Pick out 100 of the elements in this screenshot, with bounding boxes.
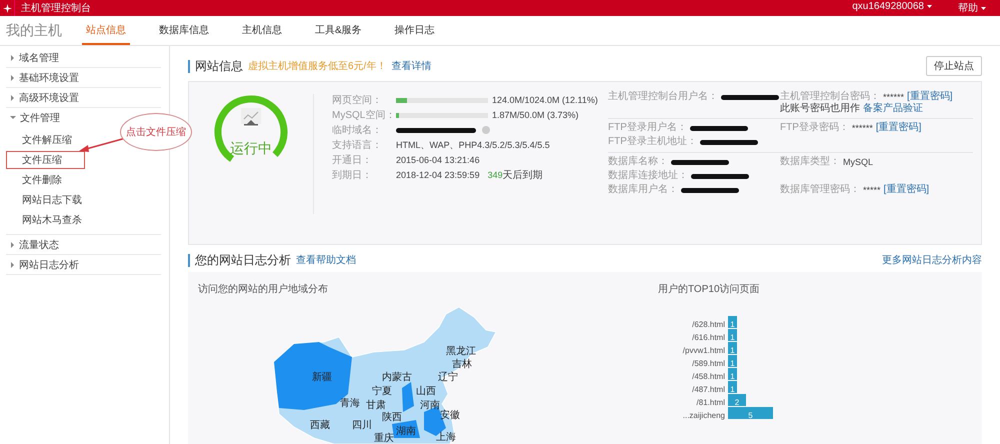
reset-password-link[interactable]: [重置密码]	[907, 91, 953, 103]
field-value: MySQL	[843, 156, 874, 168]
field-label: 数据库名称：	[608, 156, 668, 168]
sidebar-group[interactable]: 文件管理	[20, 110, 60, 124]
bar-value-label: 1	[730, 372, 735, 381]
category-label: /589.html	[692, 359, 725, 368]
bar-value-label: 5	[748, 411, 753, 420]
nav-tab[interactable]: 数据库信息	[155, 16, 213, 45]
map-label: 山西	[416, 386, 436, 397]
help-doc-link[interactable]: 查看帮助文档	[296, 253, 356, 267]
usage-label: 网页空间：	[332, 94, 383, 107]
chart-bar	[728, 342, 737, 354]
category-label: /487.html	[692, 385, 725, 394]
detail-value: 2015-06-04 13:21:46	[396, 155, 480, 165]
nav-tab[interactable]: 主机信息	[238, 16, 286, 45]
more-analysis-link[interactable]: 更多网站日志分析内容	[882, 253, 982, 267]
map-label: 上海	[436, 432, 456, 443]
sidebar-group[interactable]: 网站日志分析	[19, 258, 79, 272]
bar-value-label: 2	[734, 398, 740, 407]
nav-tab[interactable]: 操作日志	[390, 16, 439, 45]
detail-label: 开通日：	[332, 154, 373, 167]
days-count: 349	[488, 170, 503, 180]
map-label: 重庆	[374, 433, 394, 444]
field-label: 主机管理控制台密码：	[780, 91, 880, 102]
map-label: 四川	[352, 420, 372, 431]
sidebar-item[interactable]: 网站木马查杀	[6, 211, 85, 229]
bar-value-label: 1	[730, 385, 735, 394]
password-value: ******	[883, 91, 904, 102]
map-label: 甘肃	[366, 400, 386, 411]
caret-icon	[981, 6, 986, 10]
details-link[interactable]: 查看详情	[391, 59, 432, 73]
redaction-mark	[700, 140, 758, 144]
user-menu[interactable]: qxu1649280068	[852, 1, 932, 15]
help-menu[interactable]: 帮助	[958, 1, 986, 15]
console-title: 主机管理控制台	[21, 2, 91, 15]
detail-label: 支持语言：	[332, 138, 383, 152]
password-value: *****	[863, 184, 881, 196]
sidebar-item[interactable]: 文件解压缩	[6, 131, 85, 149]
category-label: ...zaijicheng	[682, 411, 725, 420]
detail-value: 2018-12-04 23:59:59	[396, 170, 480, 180]
map-label: 青海	[340, 398, 360, 409]
sidebar-item[interactable]: 网站日志下载	[6, 191, 85, 209]
help-icon[interactable]	[482, 126, 490, 134]
map-title: 访问您的网站的用户地域分布	[198, 282, 329, 296]
redaction-mark	[690, 126, 748, 130]
map-label: 河南	[420, 400, 440, 411]
nav-tab[interactable]: 工具&服务	[311, 16, 366, 45]
map-label: 辽宁	[438, 372, 458, 383]
category-label: /458.html	[692, 372, 725, 381]
field-label: 数据库连接地址：	[608, 170, 688, 182]
nav-tab[interactable]: 站点信息	[82, 16, 130, 45]
field-label: FTP登录用户名：	[608, 122, 687, 134]
bar-value-label: 1	[730, 359, 735, 368]
note-text: 此账号密码也用作	[780, 103, 860, 115]
detail-value: HTML、WAP、PHP4.3/5.2/5.3/5.4/5.5	[396, 138, 550, 152]
map-label: 黑龙江	[446, 346, 476, 357]
map-label: 西藏	[310, 420, 330, 431]
detail-label: 到期日：	[332, 168, 373, 182]
field-label: 数据库管理密码：	[780, 184, 860, 196]
category-label: /628.html	[692, 320, 725, 329]
sidebar-group[interactable]: 流量状态	[19, 238, 59, 252]
field-label: 主机管理控制台用户名：	[608, 91, 718, 103]
chart-title: 用户的TOP10访问页面	[658, 282, 760, 296]
sidebar-item[interactable]: 文件删除	[6, 171, 85, 189]
reset-password-link[interactable]: [重置密码]	[884, 184, 930, 196]
map-label: 陕西	[382, 412, 402, 423]
days-suffix: 天后到期	[502, 168, 543, 182]
map-label: 吉林	[452, 359, 472, 370]
sidebar-item[interactable]: 文件压缩	[6, 151, 85, 169]
password-value: ******	[852, 122, 873, 134]
section-title: 网站信息	[195, 58, 243, 74]
redaction-mark	[671, 160, 729, 164]
sidebar-group[interactable]: 基础环境设置	[19, 70, 79, 84]
map-label: 湖南	[396, 426, 416, 437]
status-text: 运行中	[229, 140, 273, 158]
usage-reading: 124.0M/1024.0M (12.11%)	[492, 95, 598, 105]
category-label: /81.html	[696, 398, 725, 407]
category-label: /616.html	[692, 333, 725, 342]
usage-reading: 1.87M/50.0M (3.73%)	[492, 110, 579, 120]
bar-value-label: 1	[730, 333, 735, 342]
chart-bar	[728, 368, 737, 380]
field-label: FTP登录主机地址：	[608, 136, 697, 148]
chart-bar	[728, 329, 737, 341]
detail-label: 临时域名：	[332, 124, 383, 137]
sidebar-group[interactable]: 高级环境设置	[19, 90, 79, 104]
promo-text: 虚拟主机增值服务低至6元/年！	[248, 60, 386, 73]
redaction-mark	[681, 188, 739, 192]
verify-link[interactable]: 备案产品验证	[863, 103, 923, 115]
page-title: 我的主机	[5, 22, 63, 40]
field-label: 数据库用户名：	[608, 184, 678, 196]
logo-icon	[2, 4, 12, 12]
sidebar-group[interactable]: 域名管理	[19, 50, 59, 64]
stop-site-button[interactable]: 停止站点	[926, 56, 982, 76]
usage-label: MySQL空间：	[332, 108, 396, 122]
reset-password-link[interactable]: [重置密码]	[876, 122, 922, 134]
map-label: 新疆	[312, 372, 332, 383]
map-label: 宁夏	[372, 386, 392, 397]
caret-icon	[927, 4, 932, 8]
chart-bar	[728, 355, 737, 367]
field-label: FTP登录密码：	[780, 122, 849, 134]
